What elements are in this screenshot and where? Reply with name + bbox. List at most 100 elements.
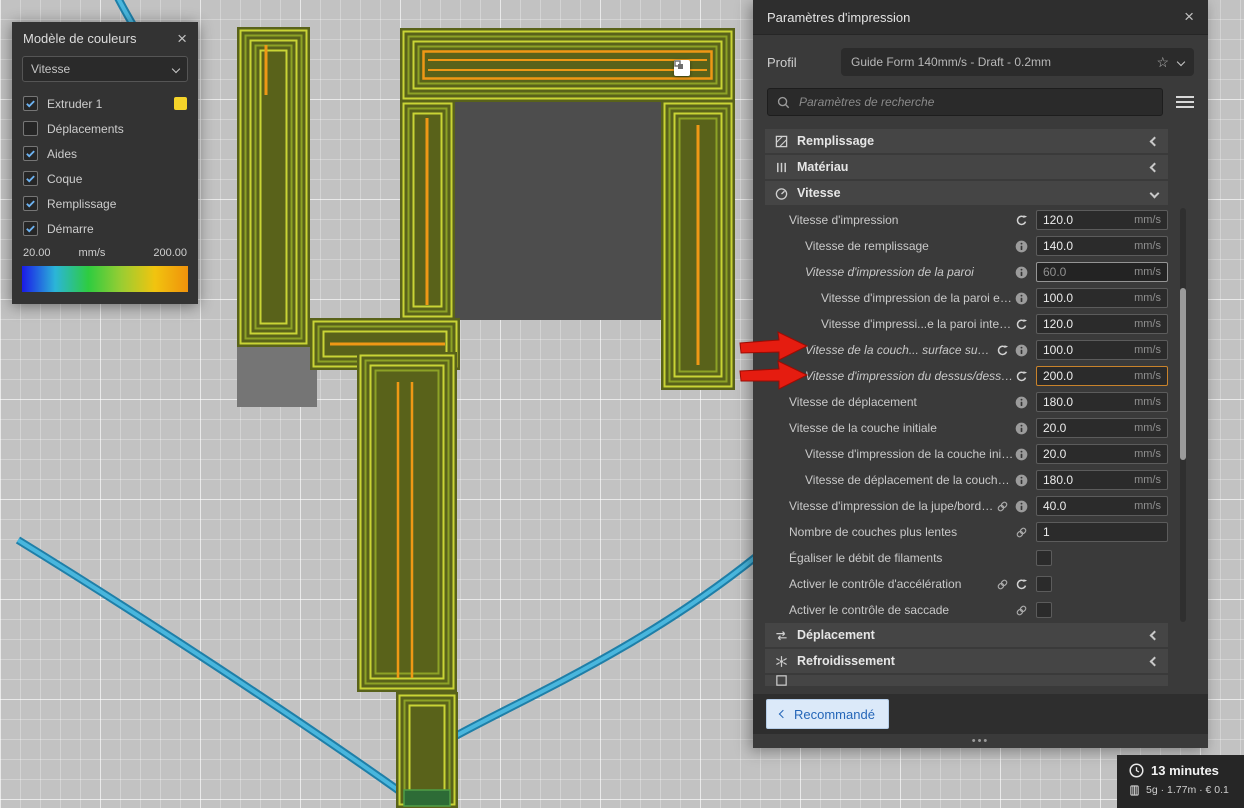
checkbox[interactable] — [23, 196, 38, 211]
category-partial[interactable] — [765, 675, 1168, 686]
color-scheme-item[interactable]: Remplissage — [12, 191, 198, 216]
revert-icon[interactable] — [1015, 370, 1028, 383]
print-settings-panel: Paramètres d'impression × Profil Guide F… — [753, 0, 1208, 748]
setting-value-field[interactable]: 140.0 mm/s — [1036, 236, 1168, 256]
setting-row[interactable]: Vitesse d'impression du dessus/dessous 20… — [765, 363, 1168, 389]
close-icon[interactable]: × — [177, 30, 187, 47]
category-materiau[interactable]: Matériau — [765, 155, 1168, 179]
setting-row[interactable]: Vitesse d'impression de la couche initia… — [765, 441, 1168, 467]
setting-label: Activer le contrôle de saccade — [789, 603, 950, 617]
setting-row[interactable]: Vitesse d'impression de la paroi 60.0 mm/s — [765, 259, 1168, 285]
revert-icon[interactable] — [1015, 318, 1028, 331]
revert-icon[interactable] — [996, 344, 1009, 357]
setting-row[interactable]: Activer le contrôle d'accélération — [765, 571, 1168, 597]
info-icon[interactable] — [1015, 266, 1028, 279]
print-time: 13 minutes — [1151, 763, 1219, 778]
layer-marker-icon[interactable] — [674, 60, 690, 76]
checkbox[interactable] — [23, 171, 38, 186]
model-shadow — [237, 345, 317, 407]
info-icon[interactable] — [1015, 240, 1028, 253]
recommended-mode-button[interactable]: Recommandé — [766, 699, 889, 729]
panel-title: Paramètres d'impression — [767, 9, 911, 25]
color-scheme-item[interactable]: Coque — [12, 166, 198, 191]
category-deplacement[interactable]: Déplacement — [765, 623, 1168, 647]
legend-unit: mm/s — [78, 247, 106, 259]
setting-row[interactable]: Activer le contrôle de saccade — [765, 597, 1168, 623]
setting-row[interactable]: Nombre de couches plus lentes 1 — [765, 519, 1168, 545]
settings-search[interactable] — [767, 88, 1163, 116]
info-icon[interactable] — [1015, 344, 1028, 357]
color-scheme-item-label: Remplissage — [47, 196, 117, 211]
chevron-down-icon — [1176, 57, 1186, 67]
setting-label: Vitesse d'impression de la couche initia… — [805, 447, 1015, 461]
category-remplissage[interactable]: Remplissage — [765, 129, 1168, 153]
color-scheme-item-label: Déplacements — [47, 121, 124, 136]
color-scheme-item-label: Coque — [47, 171, 83, 186]
print-job-summary[interactable]: 13 minutes 5g · 1.77m · € 0.1 — [1117, 755, 1244, 808]
setting-row[interactable]: Vitesse d'impression de la jupe/bordure 4… — [765, 493, 1168, 519]
panel-resize-handle[interactable]: ••• — [753, 735, 1208, 748]
close-icon[interactable]: × — [1184, 8, 1194, 25]
setting-row[interactable]: Vitesse d'impression de la paroi externe… — [765, 285, 1168, 311]
speed-icon — [775, 187, 788, 200]
filament-icon — [1130, 784, 1139, 796]
info-icon[interactable] — [1015, 474, 1028, 487]
setting-checkbox[interactable] — [1036, 576, 1052, 592]
checkbox[interactable] — [23, 96, 38, 111]
cooling-icon — [776, 655, 787, 667]
setting-value-field[interactable]: 40.0 mm/s — [1036, 496, 1168, 516]
setting-value-field[interactable]: 180.0 mm/s — [1036, 470, 1168, 490]
profile-dropdown[interactable]: Guide Form 140mm/s - Draft - 0.2mm ☆ — [841, 48, 1194, 76]
color-scheme-dropdown[interactable]: Vitesse — [22, 56, 188, 82]
setting-label: Activer le contrôle d'accélération — [789, 577, 962, 591]
setting-value-field[interactable]: 60.0 mm/s — [1036, 262, 1168, 282]
info-icon[interactable] — [1015, 396, 1028, 409]
revert-icon[interactable] — [1015, 578, 1028, 591]
setting-checkbox[interactable] — [1036, 602, 1052, 618]
color-scheme-item[interactable]: Démarre — [12, 216, 198, 241]
setting-label: Vitesse d'impression du dessus/dessous — [805, 369, 1015, 383]
setting-value-field[interactable]: 120.0 mm/s — [1036, 210, 1168, 230]
color-scheme-item-label: Aides — [47, 146, 78, 161]
color-scheme-item[interactable]: Aides — [12, 141, 198, 166]
category-refroidissement[interactable]: Refroidissement — [765, 649, 1168, 673]
setting-row[interactable]: Vitesse de la couche initiale 20.0 mm/s — [765, 415, 1168, 441]
info-icon[interactable] — [1015, 448, 1028, 461]
color-scheme-item[interactable]: Déplacements — [12, 116, 198, 141]
model-ring-left — [400, 100, 455, 320]
setting-row[interactable]: Vitesse de la couch... surface supérieur… — [765, 337, 1168, 363]
material-usage: 5g · 1.77m · € 0.1 — [1146, 784, 1229, 796]
star-icon[interactable]: ☆ — [1156, 55, 1169, 69]
setting-value-field[interactable]: 1 — [1036, 522, 1168, 542]
setting-row[interactable]: Vitesse de remplissage 140.0 mm/s — [765, 233, 1168, 259]
setting-label: Vitesse de déplacement de la couche init… — [805, 473, 1015, 487]
setting-value-field[interactable]: 100.0 mm/s — [1036, 288, 1168, 308]
setting-value-field[interactable]: 120.0 mm/s — [1036, 314, 1168, 334]
info-icon[interactable] — [1015, 500, 1028, 513]
setting-value-field[interactable]: 100.0 mm/s — [1036, 340, 1168, 360]
setting-value-field[interactable]: 20.0 mm/s — [1036, 418, 1168, 438]
info-icon[interactable] — [1015, 422, 1028, 435]
search-input[interactable] — [797, 94, 1153, 110]
revert-icon[interactable] — [1015, 214, 1028, 227]
scrollbar-thumb[interactable] — [1180, 288, 1186, 460]
setting-value-field[interactable]: 180.0 mm/s — [1036, 392, 1168, 412]
extruder-color-swatch[interactable] — [174, 97, 187, 110]
menu-icon[interactable] — [1176, 96, 1194, 108]
category-vitesse[interactable]: Vitesse — [765, 181, 1168, 205]
setting-row[interactable]: Vitesse d'impressi...e la paroi interne 1… — [765, 311, 1168, 337]
checkbox[interactable] — [23, 146, 38, 161]
setting-row[interactable]: Égaliser le débit de filaments — [765, 545, 1168, 571]
setting-label: Vitesse d'impression de la paroi externe — [821, 291, 1015, 305]
info-icon[interactable] — [1015, 292, 1028, 305]
setting-checkbox[interactable] — [1036, 550, 1052, 566]
setting-row[interactable]: Vitesse d'impression 120.0 mm/s — [765, 207, 1168, 233]
setting-value-field[interactable]: 20.0 mm/s — [1036, 444, 1168, 464]
checkbox[interactable] — [23, 121, 38, 136]
setting-row[interactable]: Vitesse de déplacement 180.0 mm/s — [765, 389, 1168, 415]
color-scheme-item[interactable]: Extruder 1 — [12, 91, 198, 116]
setting-value-field[interactable]: 200.0 mm/s — [1036, 366, 1168, 386]
setting-row[interactable]: Vitesse de déplacement de la couche init… — [765, 467, 1168, 493]
checkbox[interactable] — [23, 221, 38, 236]
color-scheme-item-label: Démarre — [47, 221, 94, 236]
